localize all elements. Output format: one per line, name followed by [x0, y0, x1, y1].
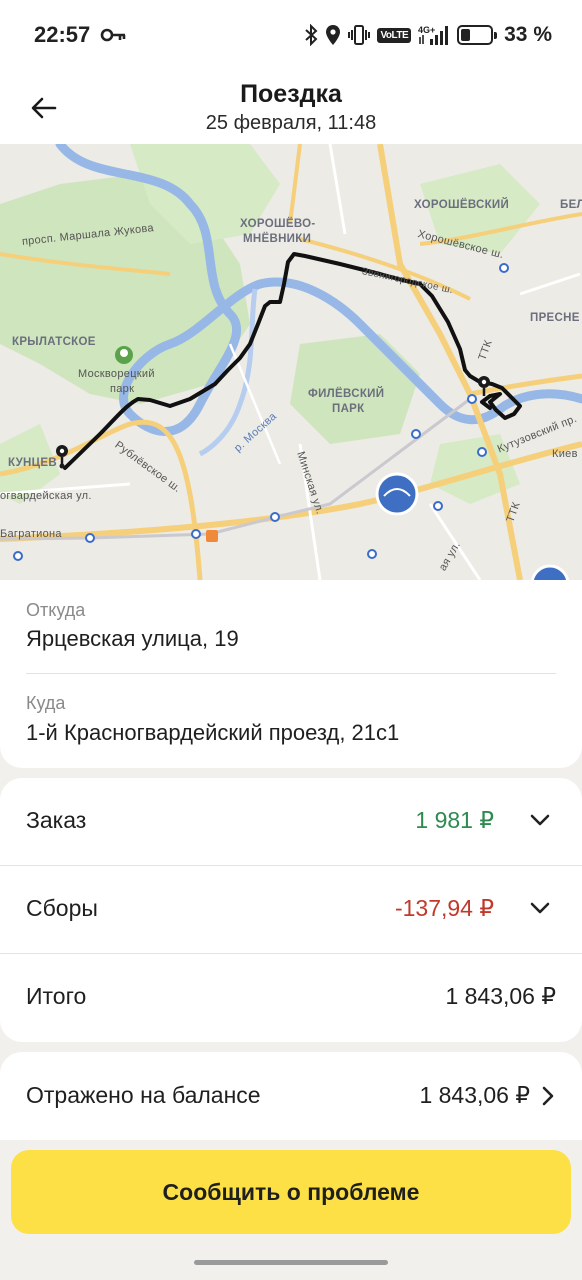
metro-station [499, 263, 509, 273]
fees-amount: -137,94 ₽ [394, 895, 494, 921]
volte-icon: VoLTE [377, 27, 412, 43]
metro-station [191, 529, 201, 539]
map-label: МНЁВНИКИ [243, 233, 312, 245]
map-label: КУНЦЕВ [8, 457, 57, 469]
fees-row[interactable]: Сборы -137,94 ₽ [0, 866, 582, 954]
map-label: Москворецкий [78, 368, 155, 380]
map-label: ХОРОШЁВСКИЙ [414, 199, 510, 211]
trip-date: 25 февраля, 11:48 [205, 112, 377, 134]
report-problem-button[interactable]: Сообщить о проблеме [11, 1150, 571, 1234]
location-icon [325, 24, 341, 46]
map-label: Багратиона [0, 528, 62, 540]
metro-station [270, 512, 280, 522]
bluetooth-icon [304, 24, 318, 46]
railway-station-icon [206, 530, 218, 542]
stadium-icon [375, 472, 419, 516]
map-label: парк [110, 383, 135, 395]
total-row: Итого 1 843,06 ₽ [0, 954, 582, 1042]
from-label: Откуда [26, 600, 86, 620]
chevron-down-icon[interactable] [528, 808, 552, 832]
order-amount: 1 981 ₽ [415, 807, 494, 833]
fare-card: Заказ 1 981 ₽ Сборы -137,94 ₽ Итого 1 84… [0, 778, 582, 1042]
order-row[interactable]: Заказ 1 981 ₽ [0, 778, 582, 866]
to-address: 1-й Красногвардейский проезд, 21с1 [26, 720, 400, 745]
balance-row-inner: Отражено на балансе 1 843,06 ₽ [0, 1052, 582, 1140]
from-address: Ярцевская улица, 19 [26, 626, 239, 651]
page-title: Поездка [240, 80, 342, 108]
metro-station [13, 551, 23, 561]
fees-label: Сборы [26, 895, 98, 921]
map-label: БЕЛ [560, 199, 582, 211]
metro-station [467, 394, 477, 404]
total-label: Итого [26, 983, 87, 1009]
status-bar: 22:57 VoLTE 4G+ 33 % [0, 0, 582, 70]
signal-icon: 4G+ [418, 24, 450, 46]
header: Поездка 25 февраля, 11:48 [0, 70, 582, 144]
route-map[interactable]: ХОРОШЁВСКИЙ ХОРОШЁВО- МНЁВНИКИ Хорошёвск… [0, 144, 582, 580]
address-card: Откуда Ярцевская улица, 19 Куда 1-й Крас… [0, 580, 582, 768]
vibrate-icon [348, 24, 371, 46]
metro-station [85, 533, 95, 543]
svg-text:4G+: 4G+ [418, 25, 435, 35]
battery-fill [461, 29, 471, 41]
map-label: ХОРОШЁВО- [240, 218, 316, 230]
metro-station [477, 447, 487, 457]
status-left: 22:57 [34, 22, 126, 48]
chevron-down-icon[interactable] [528, 896, 552, 920]
metro-station [411, 429, 421, 439]
map-label: огвардейская ул. [0, 490, 92, 502]
map-label: ПРЕСНЕ [530, 312, 580, 324]
map-label: ПАРК [332, 403, 365, 415]
metro-station [367, 549, 377, 559]
to-label: Куда [26, 693, 66, 713]
metro-station [433, 501, 443, 511]
key-icon [100, 28, 126, 42]
map-label: Киев [552, 448, 578, 460]
total-amount: 1 843,06 ₽ [445, 983, 556, 1009]
status-right: VoLTE 4G+ 33 % [304, 23, 552, 47]
home-indicator[interactable] [194, 1260, 388, 1265]
balance-row[interactable]: Отражено на балансе 1 843,06 ₽ [0, 1052, 582, 1140]
balance-amount: 1 843,06 ₽ [419, 1082, 530, 1108]
balance-label: Отражено на балансе [26, 1082, 261, 1108]
battery-percent: 33 % [504, 23, 552, 46]
clock: 22:57 [34, 22, 91, 47]
divider [26, 673, 556, 674]
map-label: ФИЛЁВСКИЙ [308, 388, 385, 400]
order-label: Заказ [26, 807, 87, 833]
map-label: КРЫЛАТСКОЕ [12, 336, 96, 348]
chevron-right-icon[interactable] [536, 1084, 560, 1108]
battery-icon [457, 25, 498, 45]
